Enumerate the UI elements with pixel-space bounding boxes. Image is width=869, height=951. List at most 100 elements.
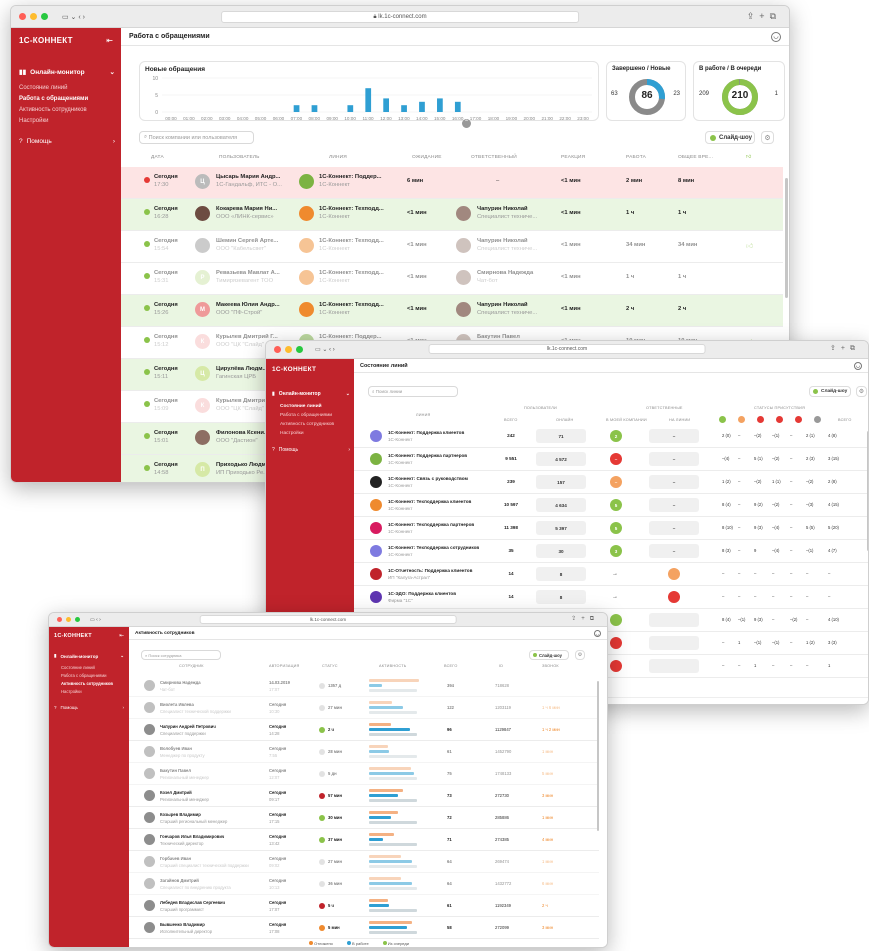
user-profile-icon[interactable]: ◡ — [854, 361, 862, 370]
sidebar-item-help[interactable]: ? Помощь › — [19, 138, 115, 145]
sidebar-item-requests[interactable]: Работа с обращениями — [61, 673, 107, 678]
table-scrollbar[interactable] — [597, 681, 599, 831]
sidebar-item-line-state[interactable]: Состояние линий — [61, 665, 95, 670]
sidebar-item-requests[interactable]: Работа с обращениями — [280, 413, 332, 418]
employee-name[interactable]: Волобуев Иван — [160, 746, 260, 751]
collapse-sidebar-icon[interactable]: ⇤ — [106, 36, 113, 45]
sidebar-item-activity[interactable]: Активность сотрудников — [61, 681, 113, 686]
settings-gear-button[interactable]: ⚙ — [761, 131, 774, 144]
col-activity[interactable]: АКТИВНОСТЬ — [379, 664, 406, 668]
line-row[interactable]: 1С-Коннект: Техподдержка партнеров 1С-Кон… — [354, 517, 868, 540]
line-name[interactable]: 1С-Коннект: Техподд... — [319, 206, 391, 212]
col-line[interactable]: ЛИНИЯ — [416, 413, 430, 417]
line-name[interactable]: 1С-Коннект: Связь с руководством — [388, 476, 496, 481]
col-id[interactable]: ID — [499, 664, 503, 668]
sidebar-item-help[interactable]: ? Помощь › — [272, 447, 350, 453]
share-newtab-icons[interactable]: ⇪+⧉ — [747, 11, 781, 22]
employee-name[interactable]: Смирнова Надежда — [160, 680, 260, 685]
employee-name[interactable]: Бакутин Павел — [160, 768, 260, 773]
col-line[interactable]: ЛИНИЯ — [329, 155, 347, 160]
slideshow-button[interactable]: Слайд-шоу — [529, 650, 569, 660]
search-input[interactable]: ⌕ Поиск компании или пользователя — [139, 131, 254, 144]
line-row[interactable]: 1С-Отчетность: Поддержка клиентов ИП "Кал… — [354, 563, 868, 586]
line-name[interactable]: 1С-Коннект: Техподд... — [319, 302, 391, 308]
sidebar-item-requests[interactable]: Работа с обращениями — [19, 96, 88, 102]
employee-row[interactable]: Гончаров Илья Владимирович Технический ди… — [129, 829, 599, 851]
user-name[interactable]: Шемин Сергей Арте... — [216, 238, 301, 244]
sidebar-section-online-monitor[interactable]: ▮ Онлайн-монитор ⌄ — [272, 391, 350, 397]
minimize-window-button[interactable] — [66, 617, 71, 622]
employee-row[interactable]: Виолета Ивлева Специалист технической под… — [129, 697, 599, 719]
collapse-charts-button[interactable]: ⌃ — [462, 119, 471, 128]
user-profile-icon[interactable]: ◡ — [771, 31, 781, 42]
sidebar-item-line-state[interactable]: Состояние линий — [280, 404, 322, 409]
search-input[interactable]: ⌕ Поиск сотрудника — [141, 650, 221, 660]
maximize-window-button[interactable] — [75, 617, 80, 622]
col-rating-thumb-icon[interactable]: 👍︎ — [746, 155, 751, 160]
line-name[interactable]: 1С-Коннект: Поддер... — [319, 174, 391, 180]
employee-name[interactable]: Лебедев Владислав Сергеевич — [160, 900, 260, 905]
col-users-all[interactable]: ВСЕГО — [504, 418, 517, 422]
minimize-window-button[interactable] — [285, 346, 292, 353]
slideshow-button[interactable]: Слайд-шоу — [809, 386, 851, 397]
minimize-window-button[interactable] — [30, 13, 37, 20]
settings-gear-button[interactable]: ⚙ — [856, 386, 867, 397]
user-name[interactable]: Кокарева Мария Ни... — [216, 206, 301, 212]
sidebar-toggle-icon[interactable]: ▭ ⌄ ‹ › — [62, 13, 85, 21]
line-row[interactable]: 1С-Коннект: Техподдержка клиентов 1С-Конн… — [354, 494, 868, 517]
address-bar[interactable]: lk.1c-connect.com — [199, 615, 457, 624]
sidebar-toggle-icon[interactable]: ▭ ‹ › — [90, 617, 101, 623]
line-name[interactable]: 1С-Коннект: Техподд... — [319, 270, 391, 276]
employee-row[interactable]: Горбачев Иван Старший специалист техничес… — [129, 851, 599, 873]
user-profile-icon[interactable]: ◡ — [594, 629, 601, 637]
table-row[interactable]: Сегодня 15:26 М Макеева Юлия Андр... ООО "ПФ… — [121, 295, 783, 327]
sidebar-item-settings[interactable]: Настройки — [61, 689, 82, 694]
employee-row[interactable]: Смирнова Надежда Чат-бот 14.03.2019 17:07 13… — [129, 675, 599, 697]
employee-row[interactable]: Лебедев Владислав Сергеевич Старший прогр… — [129, 895, 599, 917]
sidebar-item-activity[interactable]: Активность сотрудников — [19, 107, 87, 113]
table-row[interactable]: Сегодня 17:30 Ц Цысарь Мария Андр... 1С-Ганд… — [121, 167, 783, 199]
line-row[interactable]: 1С-Коннект: Техподдержка сотрудников 1С-К… — [354, 540, 868, 563]
employee-row[interactable]: Бакутин Павел Региональный менеджер Сегодн… — [129, 763, 599, 785]
col-total[interactable]: ВСЕГО — [444, 664, 457, 668]
employee-name[interactable]: Виолета Ивлева — [160, 702, 260, 707]
employee-row[interactable]: Козырев Владимир Старший региональный мен… — [129, 807, 599, 829]
employee-name[interactable]: Загайнов Дмитрий — [160, 878, 260, 883]
sidebar-item-settings[interactable]: Настройки — [19, 118, 48, 124]
employee-name[interactable]: Гончаров Илья Владимирович — [160, 834, 260, 839]
responsible-name[interactable]: Чапурин Николай — [477, 238, 547, 244]
search-input[interactable]: ⌕ Поиск линии — [368, 386, 458, 397]
employee-name[interactable]: Козел Дмитрий — [160, 790, 260, 795]
employee-row[interactable]: Загайнов Дмитрий Специалист по внедрению … — [129, 873, 599, 895]
maximize-window-button[interactable] — [296, 346, 303, 353]
col-responsible[interactable]: ОТВЕТСТВЕННЫЙ — [471, 155, 517, 160]
sidebar-item-help[interactable]: ? Помощь › — [54, 705, 124, 710]
responsible-name[interactable]: Чапурин Николай — [477, 206, 547, 212]
close-window-button[interactable] — [274, 346, 281, 353]
sidebar-item-settings[interactable]: Настройки — [280, 431, 304, 436]
line-name[interactable]: 1С-Коннект: Поддержка клиентов — [388, 430, 496, 435]
col-user[interactable]: ПОЛЬЗОВАТЕЛЬ — [219, 155, 260, 160]
table-row[interactable]: Сегодня 16:28 Кокарева Мария Ни... ООО «ЛИН… — [121, 199, 783, 231]
col-wait[interactable]: ОЖИДАНИЕ — [412, 155, 442, 160]
sidebar-item-activity[interactable]: Активность сотрудников — [280, 422, 334, 427]
employee-row[interactable]: Козел Дмитрий Региональный менеджер Сегодн… — [129, 785, 599, 807]
employee-row[interactable]: Волобуев Иван Менеджер по продукту Сегодня… — [129, 741, 599, 763]
settings-gear-button[interactable]: ⚙ — [575, 650, 585, 660]
line-name[interactable]: 1С-Коннект: Техподдержка клиентов — [388, 499, 496, 504]
close-window-button[interactable] — [57, 617, 62, 622]
employee-row[interactable]: Бывшенко Владимир Исполнительный директор… — [129, 917, 599, 939]
line-row[interactable]: 1С-Коннект: Поддержка партнеров 1С-Коннек… — [354, 448, 868, 471]
col-auth[interactable]: АВТОРИЗАЦИЯ — [269, 664, 299, 668]
user-name[interactable]: Цысарь Мария Андр... — [216, 174, 301, 180]
col-work[interactable]: РАБОТА — [626, 155, 646, 160]
col-date[interactable]: ДАТА — [151, 155, 164, 160]
user-name[interactable]: Ревазьева Мавлат А... — [216, 270, 301, 276]
responsible-name[interactable]: Чапурин Николай — [477, 302, 547, 308]
col-total-time[interactable]: ОБЩЕЕ ВРЕ... — [678, 155, 713, 160]
line-name[interactable]: 1С-Коннект: Поддержка партнеров — [388, 453, 496, 458]
line-row[interactable]: 1С-Коннект: Поддержка клиентов 1С-Коннект… — [354, 425, 868, 448]
employee-name[interactable]: Чапурин Андрей Петрович — [160, 724, 260, 729]
sidebar-section-online-monitor[interactable]: ▮▮ Онлайн-монитор ⌄ — [19, 68, 115, 77]
line-name[interactable]: 1С-Отчетность: Поддержка клиентов — [388, 568, 496, 573]
